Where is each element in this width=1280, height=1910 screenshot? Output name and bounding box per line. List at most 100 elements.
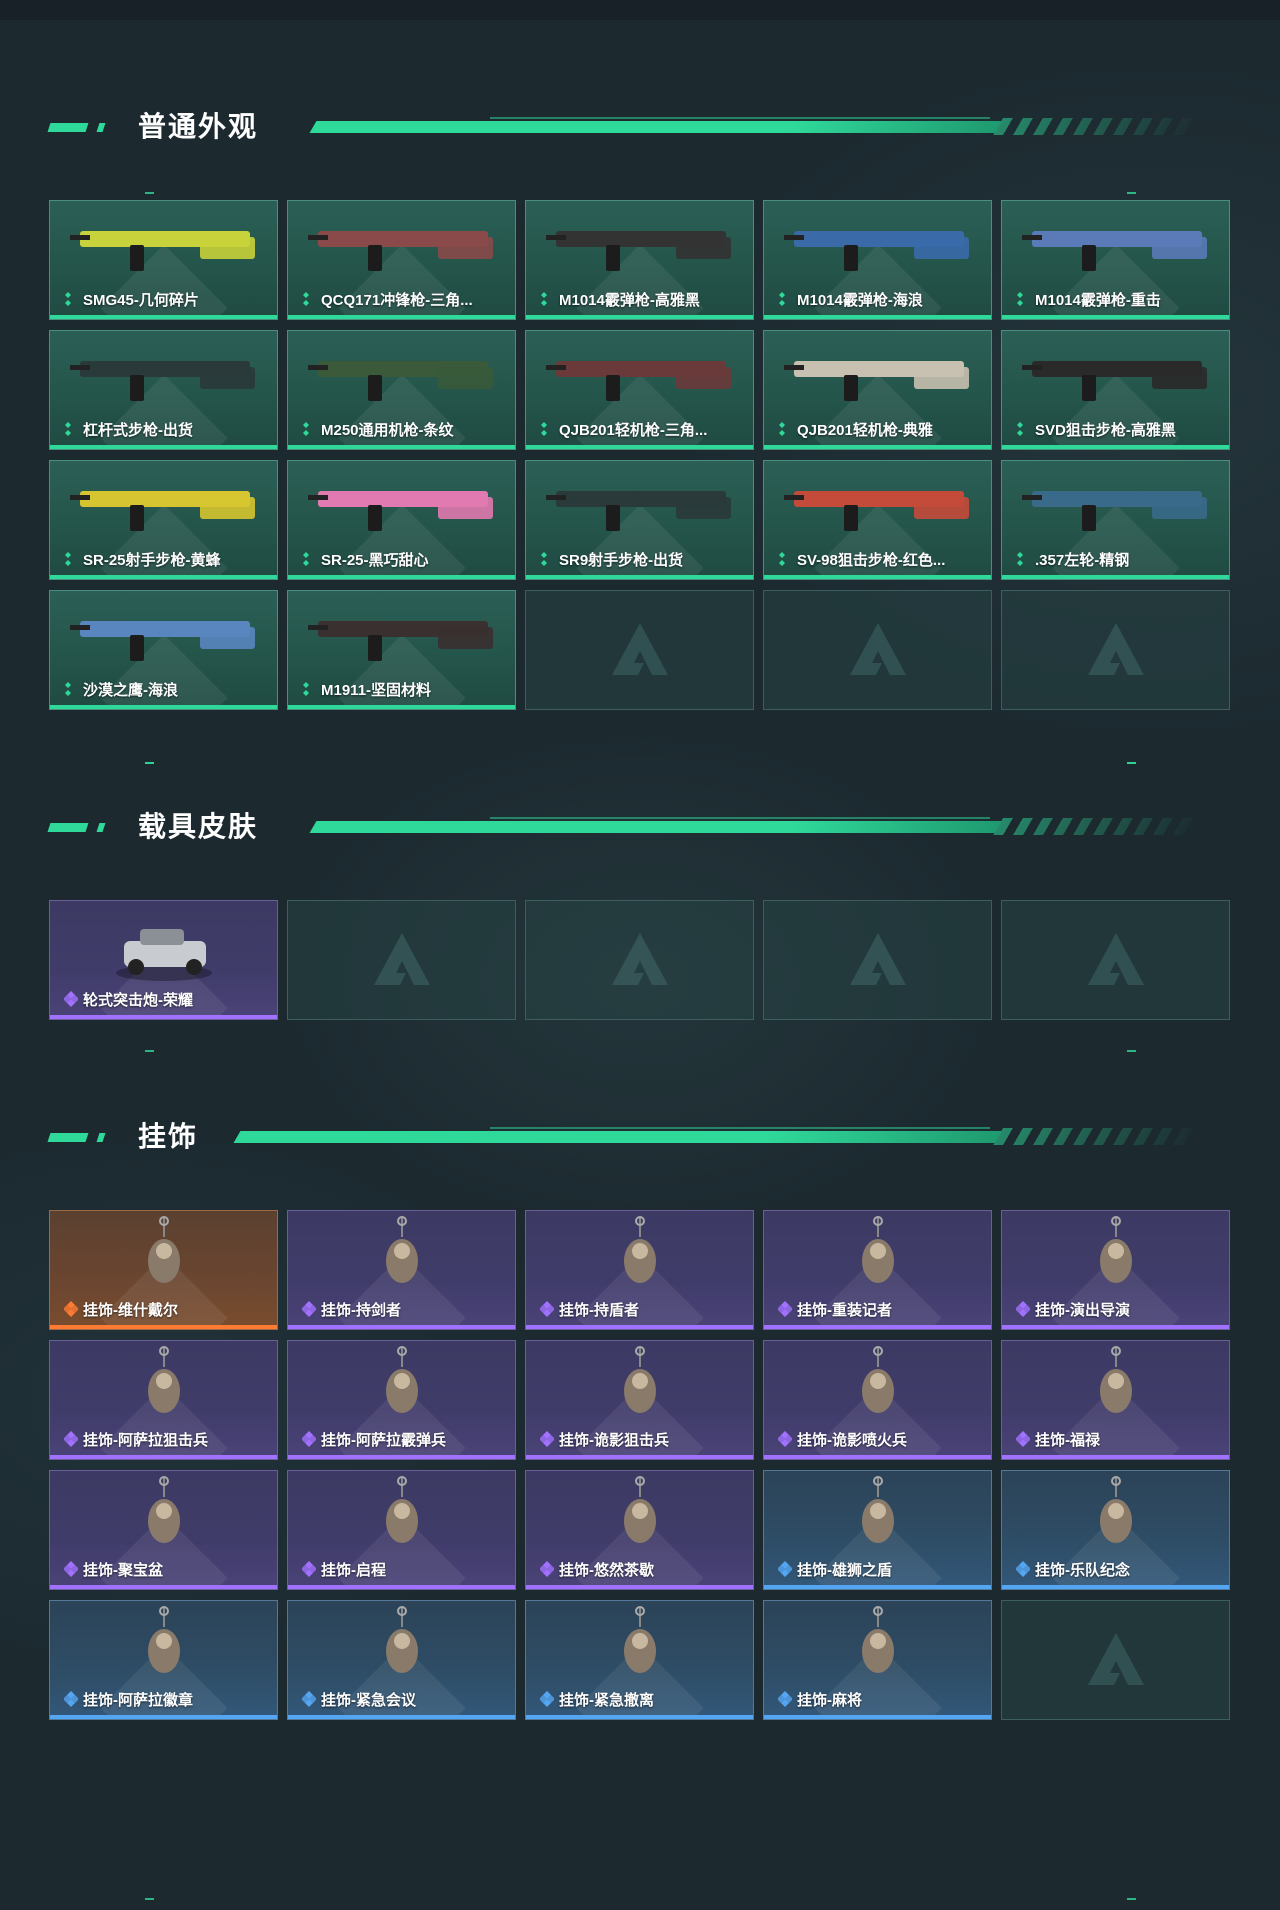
item-card[interactable]: 挂饰-启程 — [287, 1470, 516, 1590]
item-card[interactable]: 挂饰-诡影喷火兵 — [763, 1340, 992, 1460]
rarity-bar — [50, 445, 277, 449]
rarity-icon — [303, 422, 309, 436]
item-card[interactable]: SR-25射手步枪-黄蜂 — [49, 460, 278, 580]
item-card[interactable]: SVD狙击步枪-高雅黑 — [1001, 330, 1230, 450]
rarity-icon — [541, 292, 547, 306]
header-accent-bar — [47, 123, 89, 132]
header-checker-pattern — [993, 818, 1203, 835]
item-card[interactable]: M250通用机枪-条纹 — [287, 330, 516, 450]
rarity-bar — [50, 575, 277, 579]
rarity-icon — [779, 422, 785, 436]
header-accent-bar-small — [96, 823, 106, 832]
weapon-image — [784, 361, 969, 401]
placeholder-logo-icon — [373, 933, 430, 985]
item-card[interactable]: 挂饰-麻将 — [763, 1600, 992, 1720]
corner-tick — [1127, 762, 1136, 764]
item-label: 挂饰-悠然茶歇 — [559, 1562, 654, 1579]
rarity-bar — [288, 575, 515, 579]
corner-tick — [1127, 1898, 1136, 1900]
rarity-icon — [64, 1431, 78, 1447]
weapon-image — [308, 621, 493, 661]
item-label: 挂饰-福禄 — [1035, 1432, 1100, 1449]
item-card[interactable]: 挂饰-乐队纪念 — [1001, 1470, 1230, 1590]
rarity-bar — [526, 1455, 753, 1459]
placeholder-logo-icon — [1087, 623, 1144, 675]
header-line — [309, 821, 1002, 833]
charm-image — [386, 1346, 418, 1413]
item-card[interactable]: 挂饰-演出导演 — [1001, 1210, 1230, 1330]
rarity-bar — [526, 315, 753, 319]
corner-tick — [145, 192, 154, 194]
item-card[interactable]: M1911-坚固材料 — [287, 590, 516, 710]
empty-slot — [763, 900, 992, 1020]
item-label: 挂饰-维什戴尔 — [83, 1302, 178, 1319]
rarity-bar — [288, 1585, 515, 1589]
item-label: 挂饰-诡影喷火兵 — [797, 1432, 907, 1449]
item-card[interactable]: 挂饰-阿萨拉徽章 — [49, 1600, 278, 1720]
rarity-icon — [1016, 1561, 1030, 1577]
rarity-icon — [302, 1301, 316, 1317]
rarity-icon — [779, 292, 785, 306]
item-label: 沙漠之鹰-海浪 — [83, 682, 178, 699]
item-label: 挂饰-阿萨拉徽章 — [83, 1692, 193, 1709]
item-card[interactable]: 挂饰-重装记者 — [763, 1210, 992, 1330]
empty-slot — [1001, 590, 1230, 710]
header-thin-line — [490, 817, 990, 819]
item-card[interactable]: QJB201轻机枪-三角... — [525, 330, 754, 450]
item-card[interactable]: 挂饰-雄狮之盾 — [763, 1470, 992, 1590]
corner-tick — [1127, 192, 1136, 194]
item-card[interactable]: 挂饰-诡影狙击兵 — [525, 1340, 754, 1460]
charm-image — [1100, 1216, 1132, 1283]
item-card[interactable]: M1014霰弹枪-海浪 — [763, 200, 992, 320]
section-header: 载具皮肤 — [0, 807, 1280, 847]
item-card[interactable]: 挂饰-持剑者 — [287, 1210, 516, 1330]
corner-tick — [145, 1050, 154, 1052]
item-label: SR9射手步枪-出货 — [559, 552, 684, 569]
item-card[interactable]: SR9射手步枪-出货 — [525, 460, 754, 580]
item-card[interactable]: QCQ171冲锋枪-三角... — [287, 200, 516, 320]
charm-image — [624, 1606, 656, 1673]
rarity-icon — [778, 1561, 792, 1577]
item-label: M1014霰弹枪-重击 — [1035, 292, 1161, 309]
item-label: M1911-坚固材料 — [321, 682, 432, 699]
item-card[interactable]: 挂饰-悠然茶歇 — [525, 1470, 754, 1590]
weapon-image — [70, 621, 255, 661]
item-card[interactable]: 挂饰-聚宝盆 — [49, 1470, 278, 1590]
item-card[interactable]: SR-25-黑巧甜心 — [287, 460, 516, 580]
item-card[interactable]: 挂饰-持盾者 — [525, 1210, 754, 1330]
section-title: 普通外观 — [138, 111, 259, 142]
placeholder-logo-icon — [849, 623, 906, 675]
item-label: 挂饰-阿萨拉霰弹兵 — [321, 1432, 446, 1449]
charm-image — [148, 1216, 180, 1283]
item-card[interactable]: SMG45-几何碎片 — [49, 200, 278, 320]
item-label: 挂饰-紧急会议 — [321, 1692, 416, 1709]
rarity-icon — [778, 1301, 792, 1317]
item-card[interactable]: 沙漠之鹰-海浪 — [49, 590, 278, 710]
item-card[interactable]: SV-98狙击步枪-红色... — [763, 460, 992, 580]
rarity-bar — [764, 315, 991, 319]
empty-slot — [525, 590, 754, 710]
item-card[interactable]: 轮式突击炮-荣耀 — [49, 900, 278, 1020]
weapon-image — [70, 361, 255, 401]
rarity-bar — [50, 315, 277, 319]
rarity-bar — [764, 1325, 991, 1329]
charm-image — [148, 1606, 180, 1673]
item-card[interactable]: .357左轮-精钢 — [1001, 460, 1230, 580]
item-card[interactable]: 挂饰-紧急会议 — [287, 1600, 516, 1720]
item-label: QCQ171冲锋枪-三角... — [321, 292, 473, 309]
item-card[interactable]: QJB201轻机枪-典雅 — [763, 330, 992, 450]
item-card[interactable]: 挂饰-阿萨拉霰弹兵 — [287, 1340, 516, 1460]
item-card[interactable]: 挂饰-维什戴尔 — [49, 1210, 278, 1330]
item-card[interactable]: 杠杆式步枪-出货 — [49, 330, 278, 450]
item-card[interactable]: M1014霰弹枪-高雅黑 — [525, 200, 754, 320]
item-card[interactable]: M1014霰弹枪-重击 — [1001, 200, 1230, 320]
rarity-bar — [764, 1585, 991, 1589]
item-label: SVD狙击步枪-高雅黑 — [1035, 422, 1176, 439]
item-card[interactable]: 挂饰-紧急撤离 — [525, 1600, 754, 1720]
rarity-bar — [526, 1715, 753, 1719]
placeholder-logo-icon — [1087, 1633, 1144, 1685]
section-header: 挂饰 — [0, 1117, 1280, 1157]
weapon-image — [784, 231, 969, 271]
item-card[interactable]: 挂饰-阿萨拉狙击兵 — [49, 1340, 278, 1460]
item-card[interactable]: 挂饰-福禄 — [1001, 1340, 1230, 1460]
